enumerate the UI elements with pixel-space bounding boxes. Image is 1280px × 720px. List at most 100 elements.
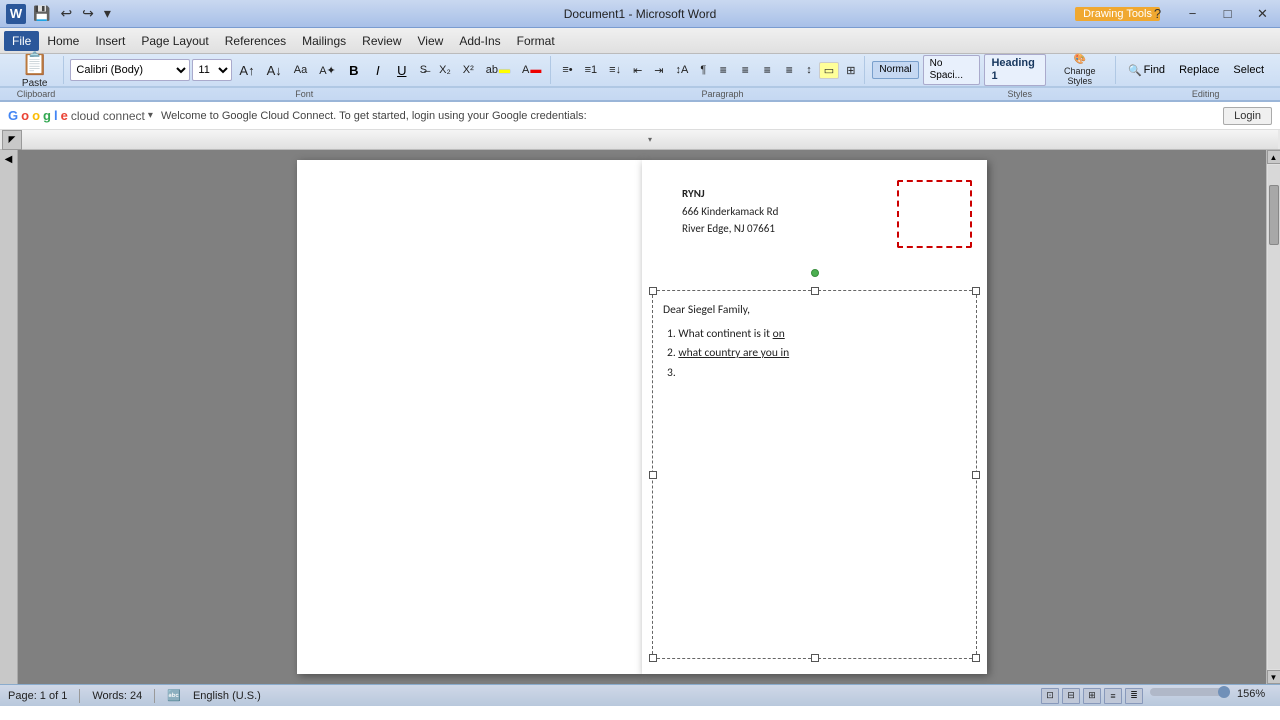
letter-salutation: Dear Siegel Family, (663, 301, 966, 321)
shading-button[interactable]: ▭ (819, 62, 839, 79)
menu-view[interactable]: View (410, 31, 452, 51)
restore-button[interactable]: □ (1210, 0, 1245, 28)
style-normal[interactable]: Normal (872, 61, 918, 79)
window-controls: ? − □ ✕ (1140, 0, 1280, 28)
handle-bottom-middle[interactable] (811, 654, 819, 662)
zoom-slider[interactable] (1150, 688, 1230, 696)
menu-page-layout[interactable]: Page Layout (133, 31, 216, 51)
handle-top-left[interactable] (649, 287, 657, 295)
editing-label: Editing (1131, 87, 1280, 100)
numbering-button[interactable]: ≡1 (580, 62, 603, 78)
minimize-button[interactable]: − (1175, 0, 1210, 28)
clear-format-button[interactable]: Aa (289, 62, 312, 78)
ruler-toggle-button[interactable]: ◤ (2, 130, 22, 150)
google-g-letter: G (8, 108, 18, 123)
text-box-content[interactable]: Dear Siegel Family, 1. What continent is… (663, 301, 966, 383)
line-spacing-button[interactable]: ↕ (801, 62, 817, 78)
full-screen-btn[interactable]: ⊟ (1062, 688, 1080, 704)
highlight-button[interactable]: ab▬ (481, 62, 515, 78)
grow-font-button[interactable]: A↑ (234, 61, 259, 80)
select-button[interactable]: Select (1227, 61, 1270, 79)
increase-indent-button[interactable]: ⇥ (649, 62, 668, 79)
italic-button[interactable]: I (367, 60, 389, 80)
font-family-select[interactable]: Calibri (Body) (70, 59, 190, 81)
shrink-font-button[interactable]: A↓ (262, 61, 287, 80)
close-button[interactable]: ✕ (1245, 0, 1280, 28)
scroll-up-button[interactable]: ▲ (1267, 150, 1280, 164)
change-styles-button[interactable]: 🎨 Change Styles (1049, 52, 1111, 88)
handle-bottom-right[interactable] (972, 654, 980, 662)
menu-mailings[interactable]: Mailings (294, 31, 354, 51)
style-no-spacing[interactable]: No Spaci... (923, 55, 981, 85)
handle-middle-left[interactable] (649, 471, 657, 479)
strikethrough-button[interactable]: S̶ (415, 62, 432, 78)
redo-qa-button[interactable]: ↪ (79, 5, 97, 22)
customize-qa-button[interactable]: ▾ (101, 5, 114, 22)
justify-button[interactable]: ≡ (779, 61, 799, 79)
window-title: Document1 - Microsoft Word (564, 7, 717, 21)
paste-button[interactable]: 📋 Paste (12, 48, 57, 92)
scroll-track[interactable] (1268, 165, 1280, 669)
handle-middle-right[interactable] (972, 471, 980, 479)
font-color-button[interactable]: A▬ (517, 62, 546, 78)
menu-addins[interactable]: Add-Ins (451, 31, 508, 51)
superscript-button[interactable]: X² (458, 62, 479, 78)
outline-btn[interactable]: ≡ (1104, 688, 1122, 704)
menu-insert[interactable]: Insert (87, 31, 133, 51)
print-layout-btn[interactable]: ⊡ (1041, 688, 1059, 704)
vertical-scrollbar[interactable]: ▲ ▼ (1266, 150, 1280, 684)
underline-button[interactable]: U (391, 60, 413, 80)
borders-button[interactable]: ⊞ (841, 62, 860, 79)
font-group: Calibri (Body) 11 A↑ A↓ Aa A✦ B I U S̶ X… (66, 56, 551, 84)
subscript-button[interactable]: X₂ (434, 62, 456, 78)
scroll-thumb[interactable] (1269, 185, 1279, 245)
bold-button[interactable]: B (343, 60, 365, 80)
status-bar: Page: 1 of 1 Words: 24 🔤 English (U.S.) … (0, 684, 1280, 706)
replace-button[interactable]: Replace (1173, 61, 1225, 79)
text-effects-button[interactable]: A✦ (314, 62, 341, 79)
login-button[interactable]: Login (1223, 107, 1272, 125)
save-qa-button[interactable]: 💾 (30, 5, 53, 22)
decrease-indent-button[interactable]: ⇤ (628, 62, 647, 79)
align-right-button[interactable]: ≡ (757, 61, 777, 79)
handle-bottom-left[interactable] (649, 654, 657, 662)
show-hide-button[interactable]: ¶ (695, 62, 711, 78)
page-spread: RYNJ 666 Kinderkamack Rd River Edge, NJ … (297, 160, 987, 674)
text-box-container[interactable]: Dear Siegel Family, 1. What continent is… (652, 290, 977, 659)
web-layout-btn[interactable]: ⊞ (1083, 688, 1101, 704)
menu-references[interactable]: References (217, 31, 294, 51)
zoom-thumb[interactable] (1218, 686, 1230, 698)
sort-button[interactable]: ↕A (671, 62, 694, 78)
gcc-logo: Google cloud connect ▾ (8, 108, 153, 123)
font-size-select[interactable]: 11 (192, 59, 232, 81)
spell-check-icon[interactable]: 🔤 (167, 689, 181, 702)
help-button[interactable]: ? (1140, 0, 1175, 28)
find-button[interactable]: 🔍 Find (1122, 61, 1171, 80)
styles-group: Normal No Spaci... Heading 1 🎨 Change St… (867, 56, 1116, 84)
bullets-button[interactable]: ≡• (557, 62, 577, 78)
document-canvas[interactable]: RYNJ 666 Kinderkamack Rd River Edge, NJ … (18, 150, 1266, 684)
undo-qa-button[interactable]: ↩ (57, 5, 75, 22)
language[interactable]: English (U.S.) (193, 690, 261, 702)
address-city: River Edge, NJ 07661 (682, 220, 778, 238)
draft-btn[interactable]: ≣ (1125, 688, 1143, 704)
left-panel-toggle[interactable]: ◀ (0, 150, 18, 684)
menu-format[interactable]: Format (509, 31, 563, 51)
rotation-handle[interactable] (811, 269, 819, 277)
address-name: RYNJ (682, 185, 778, 203)
align-center-button[interactable]: ≡ (735, 61, 755, 79)
gcc-dropdown-icon[interactable]: ▾ (148, 110, 153, 121)
zoom-level[interactable]: 156% (1237, 688, 1272, 704)
handle-top-right[interactable] (972, 287, 980, 295)
menu-review[interactable]: Review (354, 31, 409, 51)
handle-top-middle[interactable] (811, 287, 819, 295)
clipboard-label: Clipboard (0, 87, 72, 100)
right-page[interactable]: RYNJ 666 Kinderkamack Rd River Edge, NJ … (642, 160, 987, 674)
scroll-down-button[interactable]: ▼ (1267, 670, 1280, 684)
align-left-button[interactable]: ≡ (713, 61, 733, 79)
style-heading1[interactable]: Heading 1 (984, 54, 1045, 86)
cloud-connect-bar: Google cloud connect ▾ Welcome to Google… (0, 102, 1280, 130)
text-box-selected[interactable]: Dear Siegel Family, 1. What continent is… (652, 290, 977, 659)
stamp-box (897, 180, 972, 248)
multilevel-list-button[interactable]: ≡↓ (604, 62, 626, 78)
